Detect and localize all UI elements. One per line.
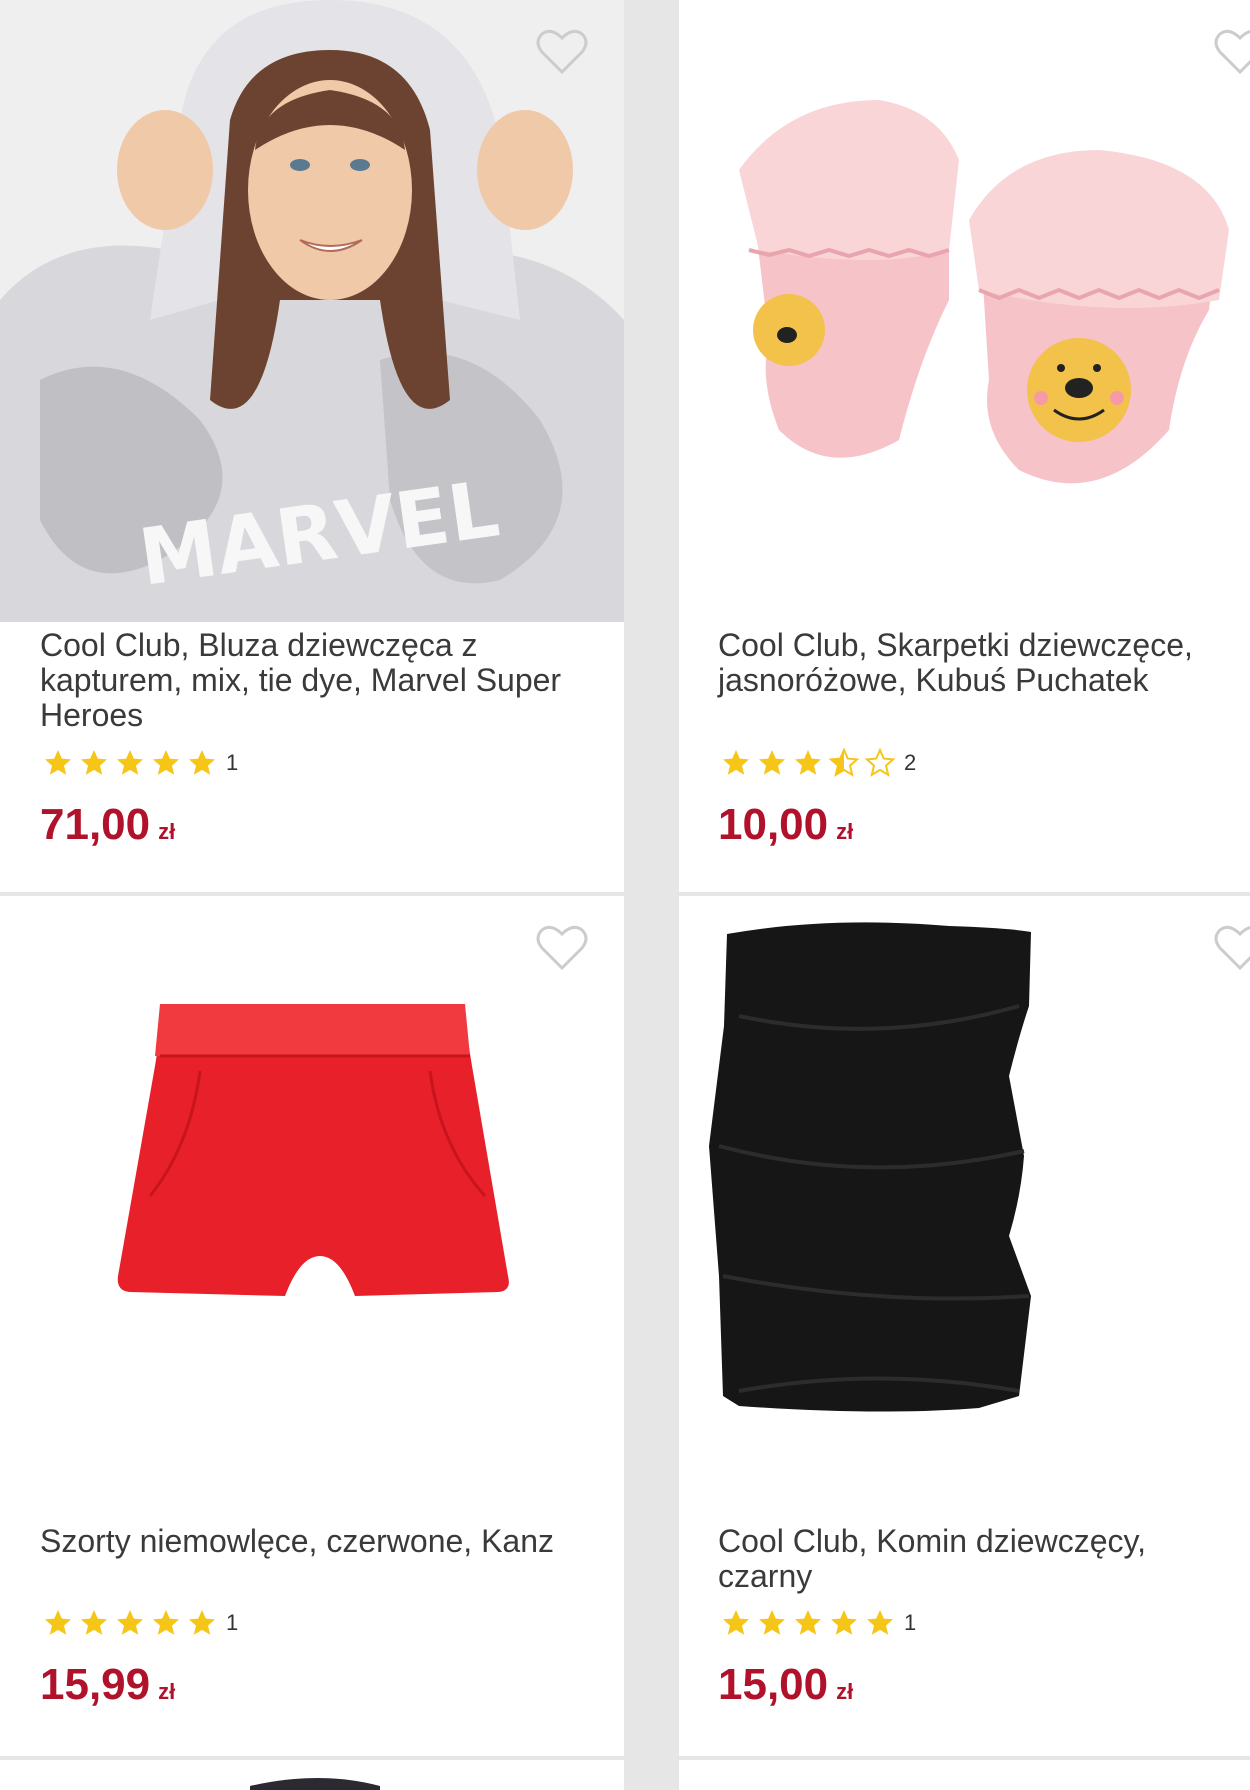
product-image-hoodie[interactable]: MARVEL — [0, 0, 624, 622]
price-amount: 10,00 — [718, 800, 829, 849]
product-title[interactable]: Cool Club, Komin dziewczęcy, czarny — [718, 1524, 1238, 1594]
price-amount: 71,00 — [40, 800, 151, 849]
price-amount: 15,99 — [40, 1660, 151, 1709]
product-card[interactable] — [679, 1760, 1250, 1790]
star-icon — [189, 750, 215, 775]
star-icon — [795, 750, 821, 775]
rating-stars: 2 — [718, 748, 916, 778]
star-icon — [189, 1610, 215, 1635]
star-icon — [759, 750, 785, 775]
product-card[interactable] — [0, 1760, 624, 1790]
star-icon — [45, 750, 71, 775]
product-title[interactable]: Cool Club, Bluza dziewczęca z kapturem, … — [40, 628, 580, 733]
product-title[interactable]: Szorty niemowlęce, czerwone, Kanz — [40, 1524, 580, 1559]
wishlist-heart-icon[interactable] — [1214, 924, 1250, 972]
star-icon — [831, 1610, 857, 1635]
star-icon — [153, 750, 179, 775]
product-title[interactable]: Cool Club, Skarpetki dziewczęce, jasnoró… — [718, 628, 1238, 698]
product-price: 10,00 zł — [718, 800, 853, 850]
product-card[interactable]: Cool Club, Komin dziewczęcy, czarny 1 15… — [679, 896, 1250, 1756]
star-icon — [723, 1610, 749, 1635]
star-icon — [828, 748, 860, 777]
review-count: 1 — [226, 1610, 239, 1635]
star-icon — [81, 750, 107, 775]
review-count: 1 — [904, 1610, 917, 1635]
wishlist-heart-icon[interactable] — [536, 28, 588, 76]
star-icon — [795, 1610, 821, 1635]
product-image-shorts[interactable] — [0, 896, 624, 1496]
review-count: 1 — [226, 750, 239, 775]
product-price: 71,00 zł — [40, 800, 175, 850]
product-card[interactable]: MARVEL Cool Club, Bluza dziewczęca z kap… — [0, 0, 624, 892]
product-image-socks[interactable] — [679, 0, 1250, 622]
product-image-snood[interactable] — [679, 896, 1250, 1496]
star-icon — [759, 1610, 785, 1635]
star-icon — [81, 1610, 107, 1635]
rating-stars: 1 — [718, 1608, 916, 1638]
product-price: 15,99 zł — [40, 1660, 175, 1710]
rating-stars: 1 — [40, 748, 238, 778]
wishlist-heart-icon[interactable] — [1214, 28, 1250, 76]
star-icon — [117, 1610, 143, 1635]
star-icon — [864, 748, 896, 777]
price-currency: zł — [158, 1679, 176, 1704]
product-price: 15,00 zł — [718, 1660, 853, 1710]
star-icon — [117, 750, 143, 775]
star-icon — [867, 1610, 893, 1635]
star-icon — [723, 750, 749, 775]
price-currency: zł — [836, 819, 854, 844]
rating-stars: 1 — [40, 1608, 238, 1638]
product-card[interactable]: Cool Club, Skarpetki dziewczęce, jasnoró… — [679, 0, 1250, 892]
wishlist-heart-icon[interactable] — [536, 924, 588, 972]
product-image-partial — [250, 1778, 380, 1790]
review-count: 2 — [904, 750, 917, 775]
product-card[interactable]: Szorty niemowlęce, czerwone, Kanz 1 15,9… — [0, 896, 624, 1756]
price-currency: zł — [836, 1679, 854, 1704]
star-icon — [45, 1610, 71, 1635]
star-icon — [153, 1610, 179, 1635]
price-currency: zł — [158, 819, 176, 844]
price-amount: 15,00 — [718, 1660, 829, 1709]
